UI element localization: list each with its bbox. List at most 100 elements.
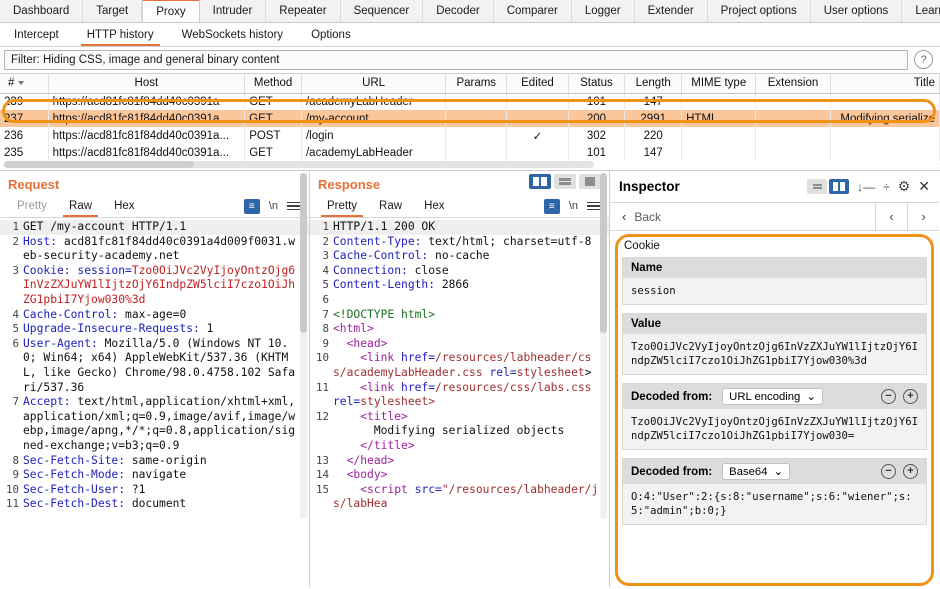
column-header-url[interactable]: URL: [301, 74, 445, 93]
column-header-extension[interactable]: Extension: [756, 74, 830, 93]
request-menu-icon[interactable]: [287, 202, 300, 210]
line-number: 10: [0, 483, 23, 498]
table-row[interactable]: 235https://acd81fc81f84dd40c0391a...GET/…: [0, 144, 940, 161]
column-header-length[interactable]: Length: [625, 74, 682, 93]
line-number: 7: [0, 395, 23, 410]
cell-method: GET: [245, 110, 302, 127]
column-header-title[interactable]: Title: [830, 74, 939, 93]
response-code-line: 5Content-Length: 2866: [310, 278, 609, 293]
main-tab-target[interactable]: Target: [83, 0, 142, 22]
filter-bar[interactable]: Filter: Hiding CSS, image and general bi…: [4, 50, 908, 70]
show-newlines-icon[interactable]: \n: [569, 200, 578, 212]
main-tab-decoder[interactable]: Decoder: [423, 0, 493, 22]
encoding-select-value: Base64: [729, 466, 767, 478]
main-tab-proxy[interactable]: Proxy: [142, 0, 199, 22]
main-tab-sequencer[interactable]: Sequencer: [341, 0, 424, 22]
line-number: 10: [310, 351, 333, 366]
response-vertical-scrollbar[interactable]: [600, 173, 607, 519]
http-history-table-container: #HostMethodURLParamsEditedStatusLengthMI…: [0, 73, 940, 170]
single-pane-layout-button[interactable]: [579, 174, 601, 189]
column-header-mime-type[interactable]: MIME type: [682, 74, 756, 93]
column-header-params[interactable]: Params: [446, 74, 507, 93]
minus-circle-icon[interactable]: −: [881, 389, 896, 404]
value-field-value[interactable]: Tzo0OiJVc2VyIjoyOntzOjg6InVzZXJuYW1lIjtz…: [623, 334, 926, 374]
column-header-[interactable]: #: [0, 74, 48, 93]
response-code-line: 14 <body>: [310, 468, 609, 483]
main-tab-label: Dashboard: [13, 5, 69, 17]
response-tab-hex[interactable]: Hex: [413, 196, 455, 217]
line-text: <!DOCTYPE html>: [333, 308, 609, 323]
cell-url: /login: [301, 127, 445, 144]
request-code-view[interactable]: 1GET /my-account HTTP/1.12Host: acd81fc8…: [0, 218, 309, 572]
decoded-url-field-encoding-select[interactable]: URL encoding⌄: [722, 388, 823, 405]
sub-tab-intercept[interactable]: Intercept: [0, 23, 73, 46]
main-tab-intruder[interactable]: Intruder: [200, 0, 267, 22]
line-number: 5: [0, 322, 23, 337]
main-tab-learn[interactable]: Learn: [902, 0, 940, 22]
wrap-lines-icon[interactable]: ≡: [544, 199, 560, 214]
stacked-layout-button[interactable]: [554, 174, 576, 189]
name-field-value[interactable]: session: [623, 278, 926, 304]
close-icon[interactable]: ✕: [918, 178, 930, 195]
inspector-next-button[interactable]: ›: [907, 203, 939, 230]
line-number: 2: [0, 235, 23, 250]
sub-tab-websockets-history[interactable]: WebSockets history: [168, 23, 297, 46]
plus-circle-icon[interactable]: +: [903, 389, 918, 404]
request-code-line: 4Cache-Control: max-age=0: [0, 308, 309, 323]
decoded-url-field-value[interactable]: Tzo0OiJVc2VyIjoyOntzOjg6InVzZXJuYW1lIjtz…: [623, 409, 926, 449]
collapse-all-icon[interactable]: ↓—: [857, 180, 875, 194]
inspector-narrow-view-button[interactable]: [807, 179, 827, 194]
column-header-status[interactable]: Status: [568, 74, 625, 93]
show-newlines-icon[interactable]: \n: [269, 200, 278, 212]
main-tab-project-options[interactable]: Project options: [708, 0, 811, 22]
decoded-base64-field-value[interactable]: O:4:"User":2:{s:8:"username";s:6:"wiener…: [623, 484, 926, 524]
table-row[interactable]: 237https://acd81fc81f84dd40c0391a...GET/…: [0, 110, 940, 127]
request-tab-hex[interactable]: Hex: [103, 196, 145, 217]
table-row[interactable]: 239https://acd81fc81f84dd40c0391aGET/aca…: [0, 93, 940, 110]
line-number: 4: [310, 264, 333, 279]
sub-tab-http-history[interactable]: HTTP history: [73, 23, 168, 46]
gear-icon[interactable]: ⚙: [898, 178, 911, 195]
table-row[interactable]: 236https://acd81fc81f84dd40c0391a...POST…: [0, 127, 940, 144]
inspector-wide-view-button[interactable]: [829, 179, 849, 194]
minus-circle-icon[interactable]: −: [881, 464, 896, 479]
column-header-host[interactable]: Host: [48, 74, 245, 93]
main-tab-dashboard[interactable]: Dashboard: [0, 0, 83, 22]
wrap-lines-icon[interactable]: ≡: [244, 199, 260, 214]
help-icon[interactable]: ?: [914, 50, 933, 69]
inspector-back-button[interactable]: ‹ Back: [610, 209, 661, 224]
line-number: 1: [310, 220, 333, 235]
main-tab-label: Project options: [721, 5, 797, 17]
request-vertical-scrollbar[interactable]: [300, 173, 307, 519]
table-header-row: #HostMethodURLParamsEditedStatusLengthMI…: [0, 74, 940, 93]
column-header-method[interactable]: Method: [245, 74, 302, 93]
main-tab-extender[interactable]: Extender: [635, 0, 708, 22]
main-tab-user-options[interactable]: User options: [811, 0, 903, 22]
response-tab-pretty[interactable]: Pretty: [316, 196, 368, 217]
main-tab-repeater[interactable]: Repeater: [266, 0, 340, 22]
split-vertical-layout-button[interactable]: [529, 174, 551, 189]
response-code-line: 1HTTP/1.1 200 OK: [310, 220, 609, 235]
decoded-base64-field-encoding-select[interactable]: Base64⌄: [722, 463, 790, 480]
sub-tab-options[interactable]: Options: [297, 23, 365, 46]
request-tab-label: Raw: [69, 200, 92, 212]
chevron-left-icon: ‹: [622, 209, 626, 224]
plus-circle-icon[interactable]: +: [903, 464, 918, 479]
main-tab-comparer[interactable]: Comparer: [494, 0, 572, 22]
expand-all-icon[interactable]: ÷: [883, 180, 890, 194]
response-menu-icon[interactable]: [587, 202, 600, 210]
inspector-prev-button[interactable]: ‹: [875, 203, 907, 230]
main-tab-label: Repeater: [279, 5, 326, 17]
main-tab-logger[interactable]: Logger: [572, 0, 635, 22]
message-panes: Request PrettyRawHex ≡ \n 1GET /my-accou…: [0, 170, 940, 587]
http-history-table: #HostMethodURLParamsEditedStatusLengthMI…: [0, 74, 940, 161]
response-tab-raw[interactable]: Raw: [368, 196, 413, 217]
request-tab-raw[interactable]: Raw: [58, 196, 103, 217]
decoded-url-field-header-label: Decoded from:: [631, 391, 712, 403]
history-horizontal-scrollbar[interactable]: [4, 161, 594, 168]
sub-tab-label: Intercept: [14, 29, 59, 41]
request-tab-pretty[interactable]: Pretty: [6, 196, 58, 217]
column-header-edited[interactable]: Edited: [507, 74, 568, 93]
response-code-view[interactable]: 1HTTP/1.1 200 OK2Content-Type: text/html…: [310, 218, 609, 572]
cell-edited: [507, 144, 568, 161]
